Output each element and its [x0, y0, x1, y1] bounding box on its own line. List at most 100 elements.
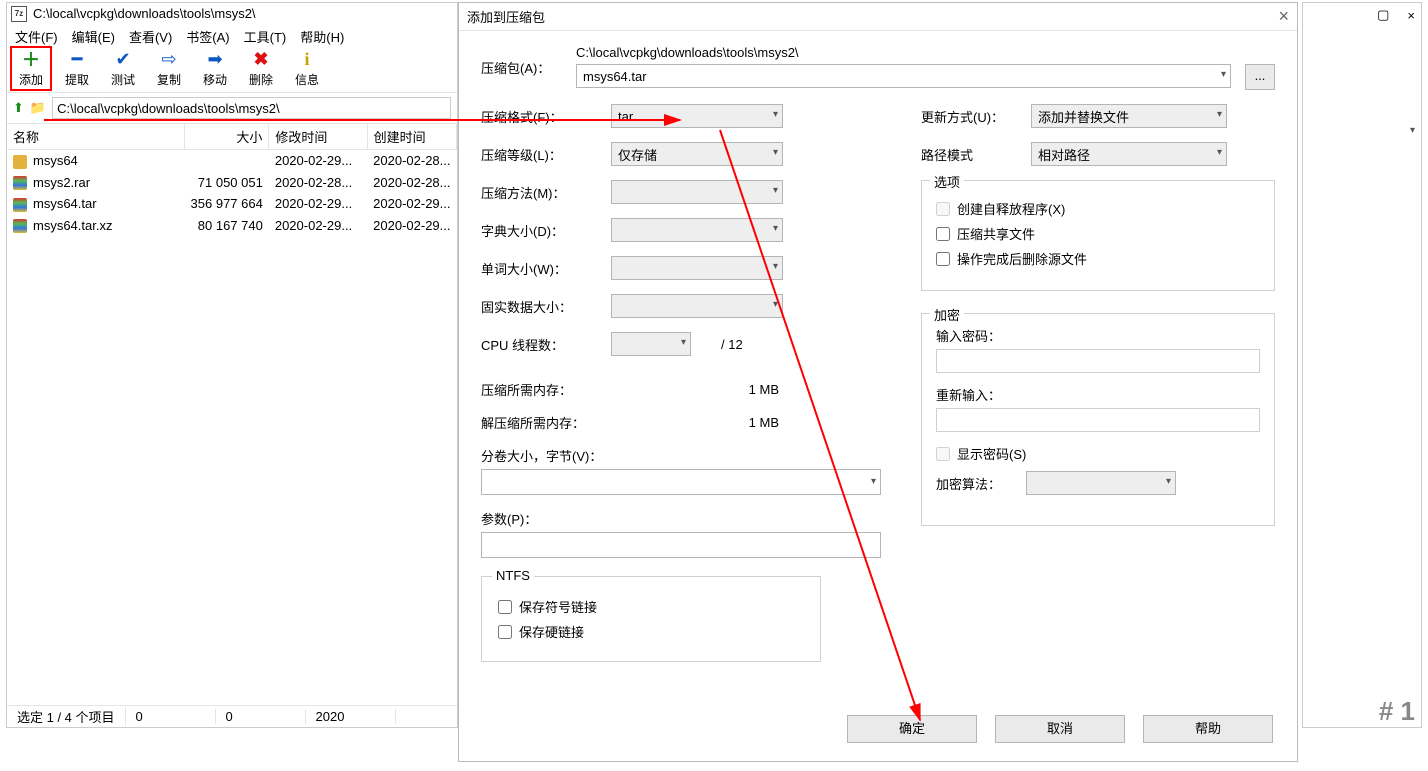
chk-hardlink[interactable]: 保存硬链接: [498, 622, 804, 641]
menu-file[interactable]: 文件(F): [15, 27, 58, 45]
menu-tools[interactable]: 工具(T): [244, 27, 287, 45]
extract-icon: ━: [59, 49, 95, 69]
chk-showpw-box: [936, 447, 950, 461]
table-row[interactable]: msys64.tar356 977 6642020-02-29...2020-0…: [7, 193, 457, 215]
copy-icon: ⇨: [151, 49, 187, 69]
encmethod-combo: ▾: [1026, 471, 1176, 495]
format-combo[interactable]: tar▾: [611, 104, 783, 128]
password-confirm-input: [936, 408, 1260, 432]
folder-icon: 📁: [30, 100, 46, 116]
chk-delsrc[interactable]: 操作完成后删除源文件: [936, 249, 1260, 268]
label-update: 更新方式(U)：: [921, 107, 1031, 126]
word-combo[interactable]: ▾: [611, 256, 783, 280]
label-params: 参数(P)：: [481, 509, 881, 528]
col-size[interactable]: 大小: [185, 124, 269, 150]
chevron-down-icon: ▾: [1166, 476, 1171, 487]
chk-share-box[interactable]: [936, 227, 950, 241]
path-input[interactable]: [52, 97, 451, 119]
table-row[interactable]: msys2.rar71 050 0512020-02-28...2020-02-…: [7, 172, 457, 194]
cancel-button[interactable]: 取消: [995, 715, 1125, 743]
archive-icon: [13, 198, 27, 212]
chevron-down-icon: ▾: [871, 476, 876, 487]
toolbar-move[interactable]: ➡ 移动: [197, 49, 233, 88]
menu-bookmark[interactable]: 书签(A): [186, 27, 229, 45]
col-mtime[interactable]: 修改时间: [269, 124, 367, 150]
toolbar-delete[interactable]: ✖ 删除: [243, 49, 279, 88]
level-combo[interactable]: 仅存储▾: [611, 142, 783, 166]
pathmode-combo[interactable]: 相对路径▾: [1031, 142, 1227, 166]
file-list: 名称 大小 修改时间 创建时间 msys642020-02-29...2020-…: [7, 124, 457, 684]
solid-combo[interactable]: ▾: [611, 294, 783, 318]
label-pathmode: 路径模式: [921, 145, 1031, 164]
toolbar-info[interactable]: i 信息: [289, 49, 325, 88]
archive-icon: [13, 219, 27, 233]
options-group: 选项 创建自释放程序(X) 压缩共享文件 操作完成后删除源文件: [921, 180, 1275, 291]
update-combo[interactable]: 添加并替换文件▾: [1031, 104, 1227, 128]
split-combo[interactable]: ▾: [481, 469, 881, 495]
label-format: 压缩格式(F)：: [481, 107, 611, 126]
up-icon[interactable]: ⬆: [13, 100, 24, 116]
bg-chevron-down-icon[interactable]: ▾: [1410, 125, 1415, 136]
dialog-buttons: 确定 取消 帮助: [847, 715, 1273, 743]
chevron-down-icon: ▾: [773, 261, 778, 272]
label-memd: 解压缩所需内存：: [481, 413, 611, 432]
toolbar-copy-label: 复制: [151, 71, 187, 88]
status-selection: 选定 1 / 4 个项目: [7, 707, 126, 726]
toolbar-info-label: 信息: [289, 71, 325, 88]
label-archive: 压缩包(A)：: [481, 58, 576, 77]
status-c2: 0: [216, 709, 306, 724]
toolbar-move-label: 移动: [197, 71, 233, 88]
fm-pathbar: ⬆ 📁: [7, 93, 457, 124]
label-method: 压缩方法(M)：: [481, 183, 611, 202]
toolbar-copy[interactable]: ⇨ 复制: [151, 49, 187, 88]
status-bar: 选定 1 / 4 个项目 0 0 2020: [7, 705, 457, 727]
col-name[interactable]: 名称: [7, 124, 185, 150]
memd-value: 1 MB: [611, 415, 783, 430]
fm-titlebar: 7z C:\local\vcpkg\downloads\tools\msys2\: [7, 3, 457, 25]
label-pw1: 输入密码：: [936, 326, 1260, 345]
dialog-titlebar: 添加到压缩包 ×: [459, 3, 1297, 31]
label-pw2: 重新输入：: [936, 385, 1260, 404]
help-button[interactable]: 帮助: [1143, 715, 1273, 743]
table-row[interactable]: msys64.tar.xz80 167 7402020-02-29...2020…: [7, 215, 457, 237]
chk-share[interactable]: 压缩共享文件: [936, 224, 1260, 243]
close-icon[interactable]: ×: [1278, 6, 1289, 27]
chk-symlink-box[interactable]: [498, 600, 512, 614]
chk-symlink[interactable]: 保存符号链接: [498, 597, 804, 616]
archive-name-combo[interactable]: msys64.tar ▾: [576, 64, 1231, 88]
bg-close-icon[interactable]: ×: [1407, 8, 1415, 23]
label-solid: 固实数据大小：: [481, 297, 611, 316]
status-c3: 2020: [306, 709, 396, 724]
fm-menu: 文件(F) 编辑(E) 查看(V) 书签(A) 工具(T) 帮助(H): [7, 25, 457, 47]
table-row[interactable]: msys642020-02-29...2020-02-28...: [7, 150, 457, 172]
test-icon: ✔: [105, 49, 141, 69]
chevron-down-icon: ▾: [1221, 69, 1226, 80]
menu-help[interactable]: 帮助(H): [300, 27, 344, 45]
toolbar-add[interactable]: ＋ 添加: [13, 49, 49, 88]
toolbar-extract[interactable]: ━ 提取: [59, 49, 95, 88]
label-encmethod: 加密算法：: [936, 474, 1026, 493]
chevron-down-icon: ▾: [1217, 147, 1222, 158]
col-ctime[interactable]: 创建时间: [367, 124, 456, 150]
chk-sfx-box: [936, 202, 950, 216]
chk-delsrc-label: 操作完成后删除源文件: [957, 249, 1087, 268]
bg-minimize-icon[interactable]: ▢: [1377, 7, 1389, 23]
chk-sfx-label: 创建自释放程序(X): [957, 199, 1065, 218]
browse-button[interactable]: ...: [1245, 64, 1275, 90]
params-input[interactable]: [481, 532, 881, 558]
ntfs-title: NTFS: [492, 568, 534, 583]
toolbar-extract-label: 提取: [59, 71, 95, 88]
dict-combo[interactable]: ▾: [611, 218, 783, 242]
menu-edit[interactable]: 编辑(E): [72, 27, 115, 45]
method-combo[interactable]: ▾: [611, 180, 783, 204]
menu-view[interactable]: 查看(V): [129, 27, 172, 45]
toolbar-test[interactable]: ✔ 测试: [105, 49, 141, 88]
threads-combo[interactable]: ▾: [611, 332, 691, 356]
label-level: 压缩等级(L)：: [481, 145, 611, 164]
chk-hardlink-box[interactable]: [498, 625, 512, 639]
chk-delsrc-box[interactable]: [936, 252, 950, 266]
options-title: 选项: [930, 172, 964, 191]
file-manager-window: 7z C:\local\vcpkg\downloads\tools\msys2\…: [6, 2, 458, 728]
chevron-down-icon: ▾: [773, 109, 778, 120]
ok-button[interactable]: 确定: [847, 715, 977, 743]
